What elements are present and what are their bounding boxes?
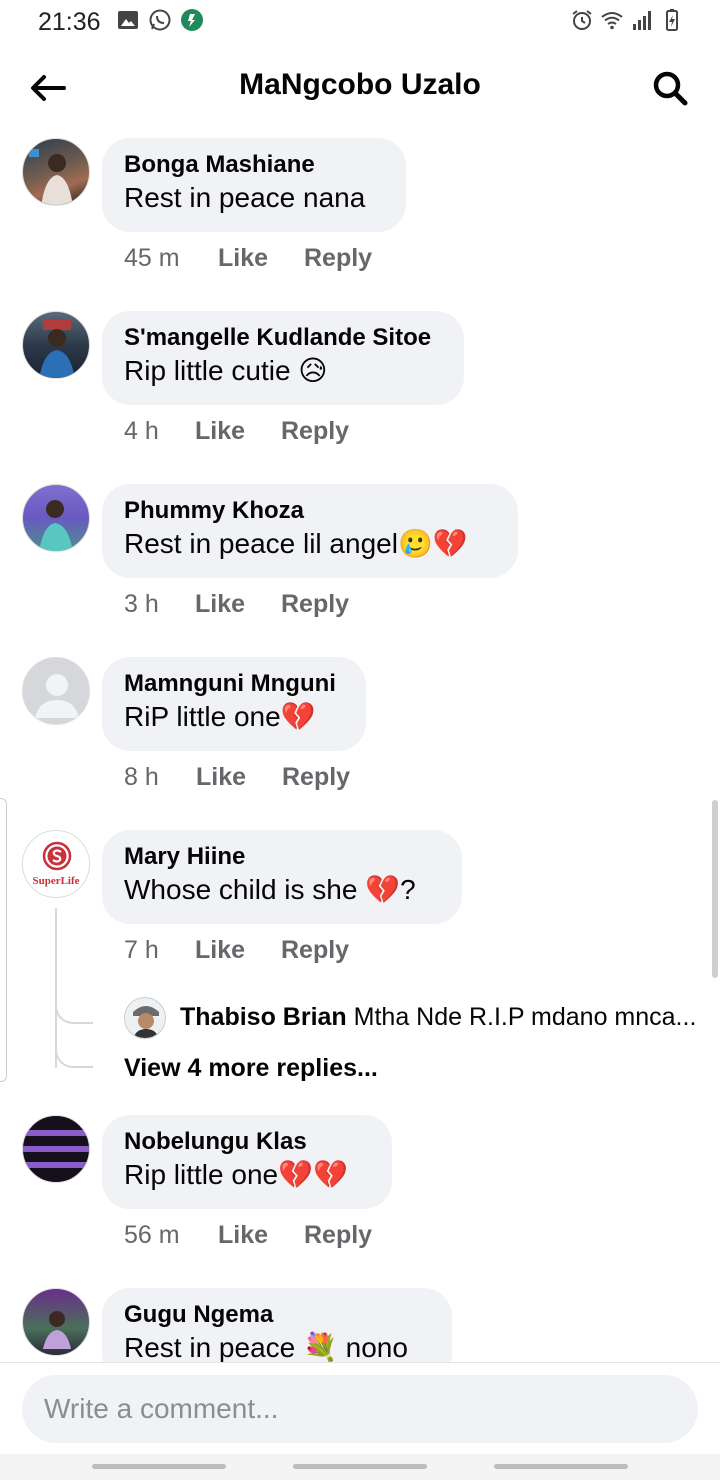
comment-bubble[interactable]: Bonga Mashiane Rest in peace nana — [102, 138, 406, 232]
app-notification-icon — [181, 9, 203, 31]
comment-time: 8 h — [124, 763, 159, 791]
nav-recents-button[interactable] — [92, 1464, 226, 1469]
thread-branch — [55, 1000, 93, 1024]
system-icons — [570, 8, 684, 32]
like-button[interactable]: Like — [218, 1221, 304, 1250]
reply-preview[interactable]: Thabiso Brian Mtha Nde R.I.P mdano mnca.… — [124, 997, 714, 1041]
comment-text: Rest in peace 💐 nono — [124, 1332, 408, 1362]
comment-author[interactable]: Mamnguni Mnguni — [124, 669, 344, 699]
comment-author[interactable]: Phummy Khoza — [124, 496, 496, 526]
comment-text: Rip little one💔💔 — [124, 1159, 348, 1190]
top-app-bar: MaNgcobo Uzalo — [0, 52, 720, 124]
search-icon[interactable] — [648, 66, 692, 110]
comment-bubble[interactable]: Gugu Ngema Rest in peace 💐 nono — [102, 1288, 452, 1362]
comment-actions: 56 m Like Reply — [124, 1221, 372, 1250]
reply-author[interactable]: Thabiso Brian — [180, 1003, 347, 1031]
avatar[interactable]: SuperLife — [22, 830, 90, 898]
comment-author[interactable]: Bonga Mashiane — [124, 150, 384, 180]
reply-button[interactable]: Reply — [304, 244, 372, 273]
avatar[interactable] — [22, 311, 90, 379]
like-button[interactable]: Like — [195, 417, 281, 446]
comment-author[interactable]: S'mangelle Kudlande Sitoe — [124, 323, 442, 353]
comment-text: Rest in peace nana — [124, 182, 366, 213]
reply-button[interactable]: Reply — [282, 763, 350, 792]
avatar[interactable] — [22, 484, 90, 552]
avatar[interactable] — [22, 657, 90, 725]
comment-actions: 3 h Like Reply — [124, 590, 349, 619]
comment-time: 56 m — [124, 1221, 180, 1249]
comment-time: 7 h — [124, 936, 159, 964]
status-time: 21:36 — [38, 8, 101, 36]
nav-home-button[interactable] — [293, 1464, 427, 1469]
whatsapp-icon — [149, 9, 171, 31]
comment-text: Rest in peace lil angel🥲💔 — [124, 528, 468, 559]
comment-text: Whose child is she 💔? — [124, 874, 416, 905]
comment-composer — [0, 1362, 720, 1455]
reply-avatar[interactable] — [124, 997, 166, 1039]
alarm-icon — [572, 10, 592, 30]
system-nav-bar — [0, 1454, 720, 1480]
comment-actions: 4 h Like Reply — [124, 417, 349, 446]
comment-text: RiP little one💔 — [124, 701, 316, 732]
comment-actions: 7 h Like Reply — [124, 936, 349, 965]
like-button[interactable]: Like — [195, 936, 281, 965]
wifi-icon — [601, 12, 623, 30]
avatar[interactable] — [22, 138, 90, 206]
notification-icons — [116, 8, 204, 32]
comment-bubble[interactable]: Phummy Khoza Rest in peace lil angel🥲💔 — [102, 484, 518, 578]
reply-button[interactable]: Reply — [281, 936, 349, 965]
like-button[interactable]: Like — [196, 763, 282, 792]
battery-icon — [666, 9, 678, 31]
gallery-icon — [118, 11, 138, 29]
like-button[interactable]: Like — [218, 244, 304, 273]
comment-time: 3 h — [124, 590, 159, 618]
edge-panel-handle[interactable] — [0, 798, 7, 1082]
reply-button[interactable]: Reply — [304, 1221, 372, 1250]
reply-button[interactable]: Reply — [281, 590, 349, 619]
comment-author[interactable]: Mary Hiine — [124, 842, 440, 872]
comment-item: Gugu Ngema Rest in peace 💐 nono — [0, 1288, 720, 1362]
avatar[interactable] — [22, 1115, 90, 1183]
page-title: MaNgcobo Uzalo — [239, 68, 481, 101]
comment-bubble[interactable]: Mary Hiine Whose child is she 💔? — [102, 830, 462, 924]
comment-bubble[interactable]: Nobelungu Klas Rip little one💔💔 — [102, 1115, 392, 1209]
write-comment-input[interactable] — [22, 1375, 698, 1443]
avatar-brand-label: SuperLife — [32, 875, 80, 887]
comment-bubble[interactable]: Mamnguni Mnguni RiP little one💔 — [102, 657, 366, 751]
thread-branch — [55, 1042, 93, 1068]
view-more-replies-link[interactable]: View 4 more replies... — [124, 1054, 378, 1083]
signal-icon — [633, 11, 651, 30]
comment-author[interactable]: Nobelungu Klas — [124, 1127, 370, 1157]
nav-back-button[interactable] — [494, 1464, 628, 1469]
comment-time: 4 h — [124, 417, 159, 445]
reply-preview-text: Thabiso Brian Mtha Nde R.I.P mdano mnca.… — [180, 1003, 710, 1032]
comment-text: Rip little cutie 😥 — [124, 355, 328, 386]
comment-bubble[interactable]: S'mangelle Kudlande Sitoe Rip little cut… — [102, 311, 464, 405]
comment-author[interactable]: Gugu Ngema — [124, 1300, 430, 1330]
comment-time: 45 m — [124, 244, 180, 272]
status-bar: 21:36 — [0, 0, 720, 44]
comment-actions: 45 m Like Reply — [124, 244, 372, 273]
comment-actions: 8 h Like Reply — [124, 763, 350, 792]
reply-body: Mtha Nde R.I.P mdano mnca... — [353, 1003, 697, 1031]
like-button[interactable]: Like — [195, 590, 281, 619]
reply-button[interactable]: Reply — [281, 417, 349, 446]
avatar[interactable] — [22, 1288, 90, 1356]
scrollbar[interactable] — [712, 800, 718, 978]
